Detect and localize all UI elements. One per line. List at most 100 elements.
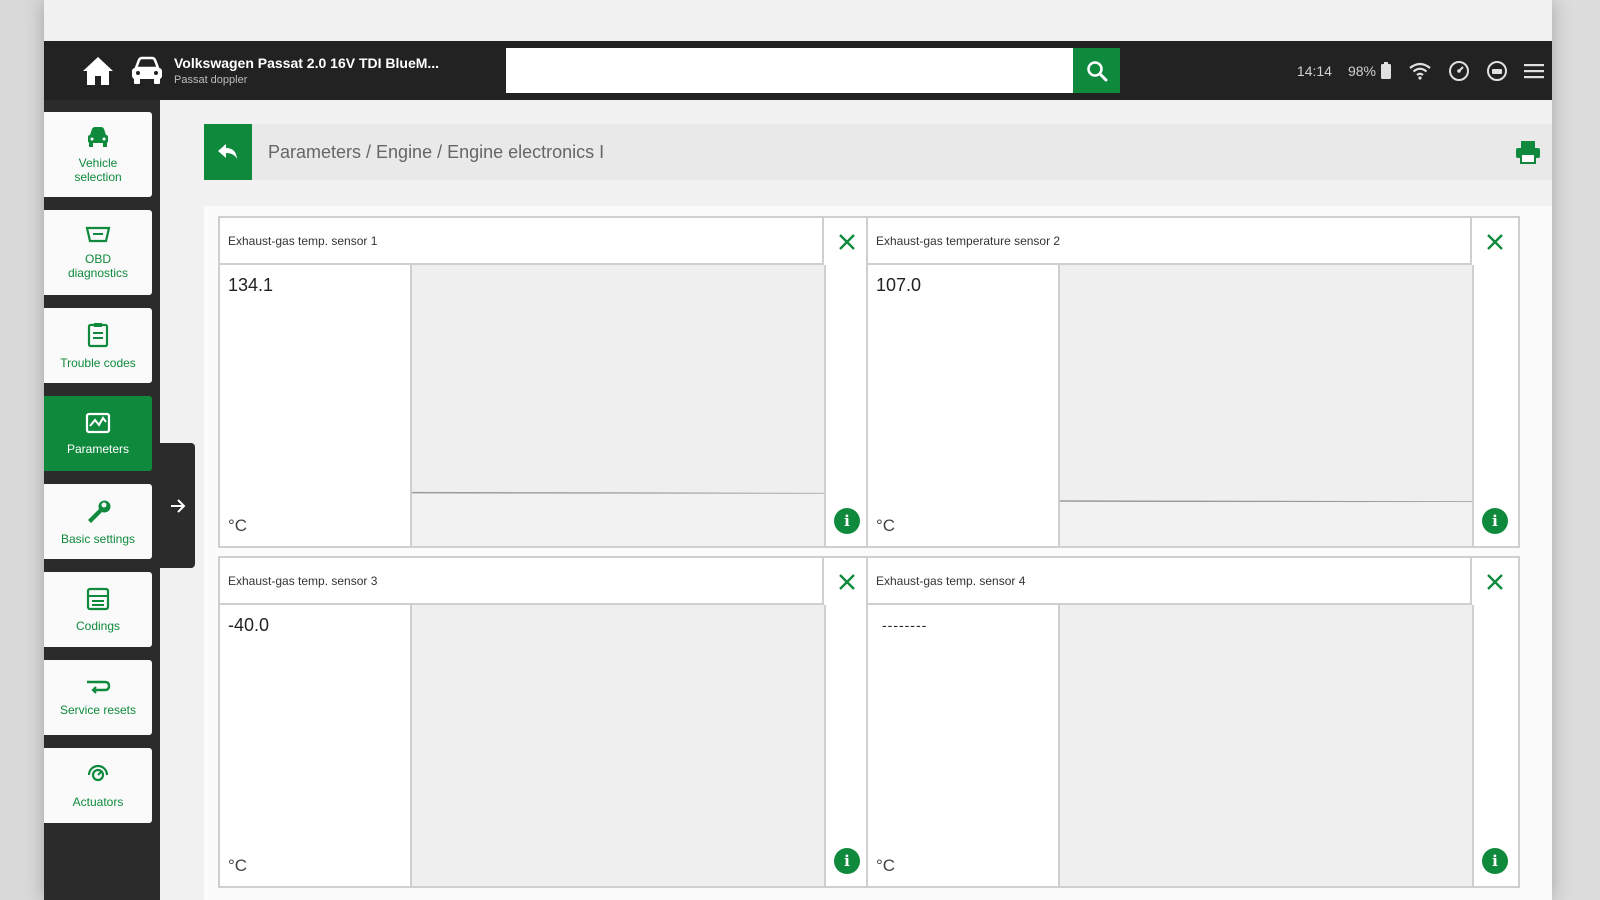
info-button[interactable]: i xyxy=(834,508,860,534)
tile-unit: °C xyxy=(876,856,896,875)
tile-value-box: 107.0 °C xyxy=(868,265,1060,546)
codings-icon xyxy=(86,587,110,610)
app-window: Volkswagen Passat 2.0 16V TDI BlueM... P… xyxy=(44,0,1552,900)
parameter-tile: Exhaust-gas temp. sensor 4 -------- °C i xyxy=(866,556,1520,888)
trend-svg xyxy=(412,491,824,546)
obd-icon xyxy=(85,226,111,242)
tile-close-button[interactable] xyxy=(824,218,870,265)
car-icon xyxy=(132,56,162,84)
vehicle-button[interactable] xyxy=(126,50,168,92)
gauge-icon xyxy=(1449,60,1469,81)
info-button[interactable]: i xyxy=(1482,508,1508,534)
vehicle-title: Volkswagen Passat 2.0 16V TDI BlueM... xyxy=(174,55,440,71)
wifi-button[interactable] xyxy=(1408,62,1432,80)
car-icon xyxy=(88,126,108,147)
trend-line xyxy=(412,491,824,495)
sidebar-item-label: Vehicle selection xyxy=(74,155,122,184)
sidebar-item-label: Basic settings xyxy=(60,531,136,546)
tile-title: Exhaust-gas temp. sensor 3 xyxy=(220,558,824,605)
home-button[interactable] xyxy=(77,50,119,92)
tile-value: -40.0 xyxy=(228,615,270,635)
reset-icon xyxy=(87,680,111,694)
actuator-icon xyxy=(87,764,109,781)
back-button[interactable] xyxy=(204,124,252,180)
sidebar-item-basic-settings[interactable]: Basic settings xyxy=(44,484,152,559)
tile-close-button[interactable] xyxy=(1472,218,1518,265)
sidebar-item-label: Parameters xyxy=(66,441,130,456)
vehicle-info: Volkswagen Passat 2.0 16V TDI BlueM... P… xyxy=(174,55,494,86)
sidebar-item-obd-diagnostics[interactable]: OBD diagnostics xyxy=(44,210,152,295)
back-arrow-icon xyxy=(218,144,237,159)
sidebar-item-label: Actuators xyxy=(72,794,124,809)
tile-graph xyxy=(412,605,824,886)
tile-side-panel xyxy=(1472,265,1518,546)
breadcrumb-bar: Parameters / Engine / Engine electronics… xyxy=(204,124,1552,180)
parameter-tile: Exhaust-gas temp. sensor 1 134.1 °C i xyxy=(218,216,872,548)
search-input[interactable] xyxy=(506,48,1073,93)
breadcrumb: Parameters / Engine / Engine electronics… xyxy=(268,141,605,162)
trend-fill xyxy=(412,493,824,546)
sidebar-item-label: OBD diagnostics xyxy=(67,251,129,280)
info-icon: i xyxy=(844,512,850,530)
search-bar xyxy=(506,48,1120,93)
background-right xyxy=(1552,0,1600,900)
sidebar: Vehicle selection OBD diagnostics Troubl… xyxy=(44,100,160,900)
window-top-margin xyxy=(44,0,1552,41)
info-icon: i xyxy=(1492,852,1498,870)
tile-close-button[interactable] xyxy=(1472,558,1518,605)
info-button[interactable]: i xyxy=(834,848,860,874)
battery-level: 98% xyxy=(1347,62,1376,79)
printer-icon xyxy=(1516,141,1540,164)
tile-side-panel xyxy=(824,605,870,886)
sidebar-item-codings[interactable]: Codings xyxy=(44,572,152,647)
print-button[interactable] xyxy=(1508,132,1548,172)
tile-unit: °C xyxy=(876,516,896,535)
close-icon xyxy=(1487,573,1503,590)
tile-value: 107.0 xyxy=(876,275,922,295)
tile-title: Exhaust-gas temp. sensor 1 xyxy=(220,218,824,265)
info-icon: i xyxy=(844,852,850,870)
parameter-tile: Exhaust-gas temp. sensor 3 -40.0 °C i xyxy=(218,556,872,888)
tile-graph xyxy=(1060,265,1472,546)
tile-value-box: 134.1 °C xyxy=(220,265,412,546)
tile-graph xyxy=(1060,605,1472,886)
sidebar-item-actuators[interactable]: Actuators xyxy=(44,748,152,823)
menu-button[interactable] xyxy=(1524,63,1544,79)
tile-unit: °C xyxy=(228,516,248,535)
vehicle-subtitle: Passat doppler xyxy=(174,74,248,86)
profile-button[interactable] xyxy=(1486,60,1508,82)
gauge-button[interactable] xyxy=(1448,60,1470,82)
tile-value: -------- xyxy=(882,617,928,633)
close-icon xyxy=(839,233,855,250)
tile-close-button[interactable] xyxy=(824,558,870,605)
tile-value-box: -------- °C xyxy=(868,605,1060,886)
sidebar-item-label: Service resets xyxy=(59,702,137,717)
close-icon xyxy=(1487,233,1503,250)
sidebar-item-trouble-codes[interactable]: Trouble codes xyxy=(44,308,152,383)
tile-value-box: -40.0 °C xyxy=(220,605,412,886)
profile-icon xyxy=(1487,60,1507,81)
tile-side-panel xyxy=(1472,605,1518,886)
wifi-icon xyxy=(1409,62,1431,80)
tile-title: Exhaust-gas temperature sensor 2 xyxy=(868,218,1472,265)
battery-status: 98% xyxy=(1347,61,1392,80)
tile-title: Exhaust-gas temp. sensor 4 xyxy=(868,558,1472,605)
trend-fill xyxy=(1060,502,1472,546)
sidebar-item-vehicle-selection[interactable]: Vehicle selection xyxy=(44,112,152,197)
info-icon: i xyxy=(1492,512,1498,530)
sidebar-item-service-resets[interactable]: Service resets xyxy=(44,660,152,735)
parameter-grid: Exhaust-gas temp. sensor 1 134.1 °C i Ex… xyxy=(204,206,1552,900)
info-button[interactable]: i xyxy=(1482,848,1508,874)
search-button[interactable] xyxy=(1073,48,1120,93)
sidebar-item-parameters[interactable]: Parameters xyxy=(44,396,152,471)
chart-icon xyxy=(85,412,111,433)
tile-unit: °C xyxy=(228,856,248,875)
sidebar-expand-button[interactable] xyxy=(160,443,195,568)
wrench-icon xyxy=(88,500,111,523)
background-left xyxy=(0,0,44,900)
hamburger-menu-icon xyxy=(1524,63,1544,78)
sidebar-item-label: Codings xyxy=(75,618,121,633)
tile-side-panel xyxy=(824,265,870,546)
battery-icon xyxy=(1381,61,1391,79)
sidebar-item-label: Trouble codes xyxy=(60,355,136,370)
